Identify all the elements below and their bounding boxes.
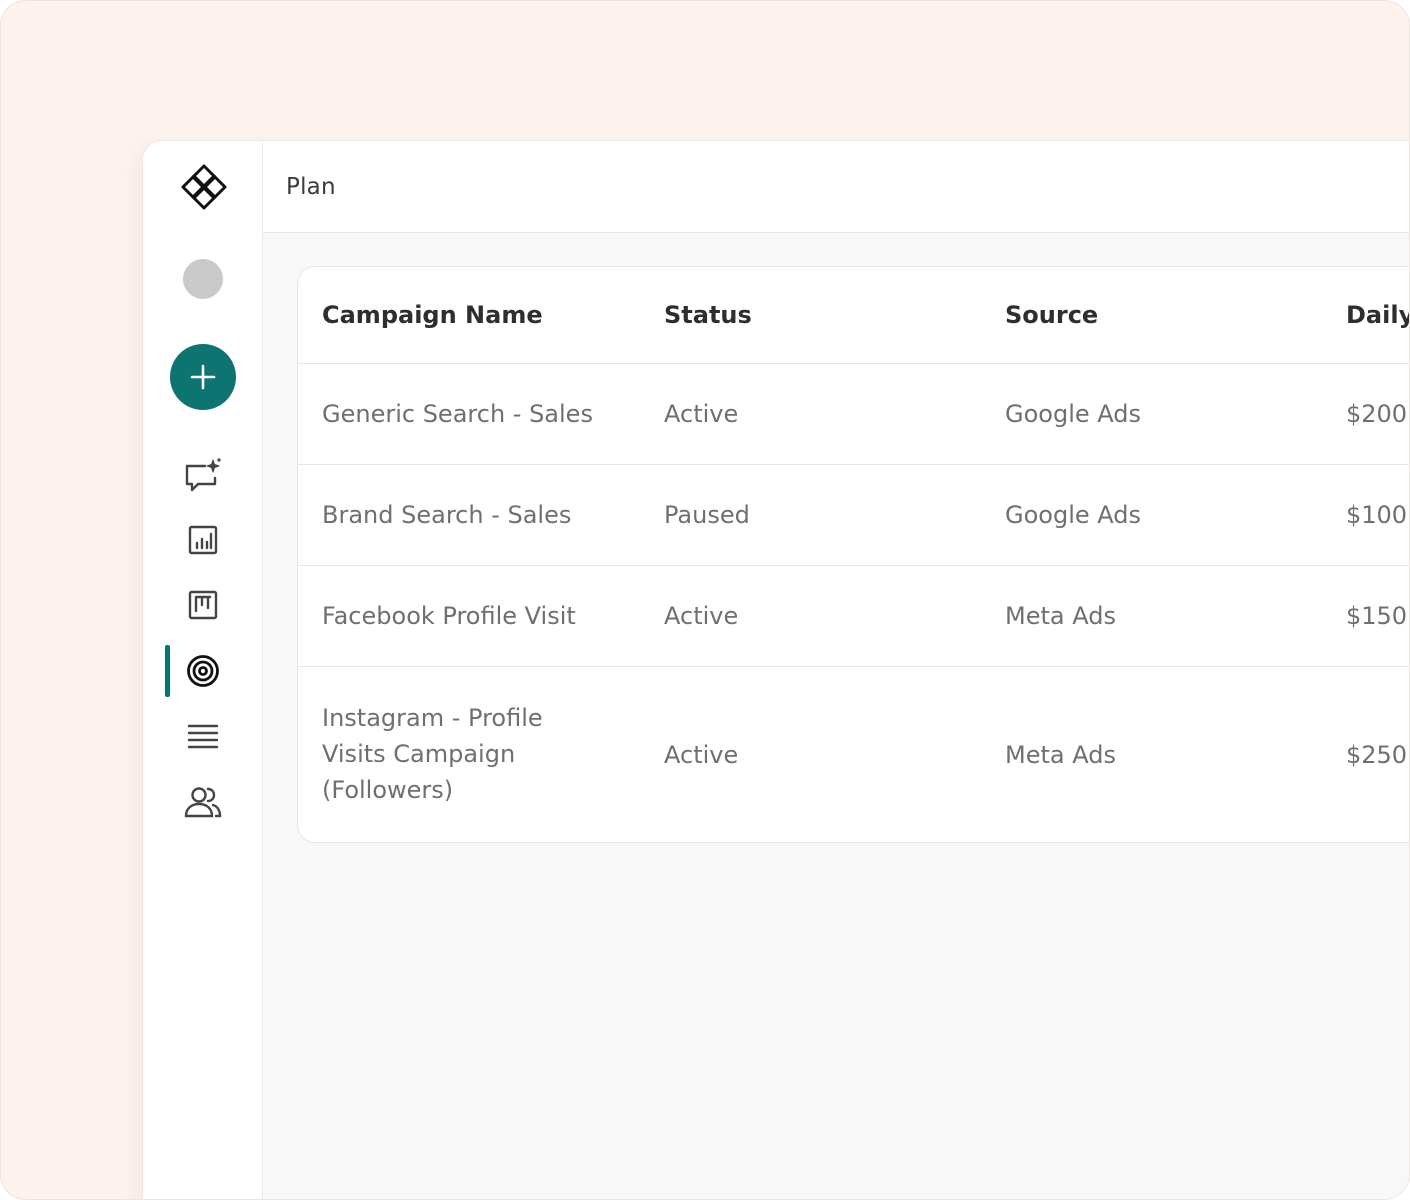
campaign-name[interactable]: Facebook Profile Visit	[322, 598, 576, 634]
column-header-campaign-name[interactable]: Campaign Name	[322, 297, 543, 333]
sidebar-item-board[interactable]	[183, 585, 223, 625]
source: Google Ads	[1005, 501, 1141, 529]
logo-icon	[179, 162, 229, 212]
column-header-source[interactable]: Source	[1005, 297, 1098, 333]
add-button[interactable]	[170, 344, 236, 410]
table-row[interactable]: Facebook Profile Visit Active Meta Ads $…	[298, 566, 1409, 667]
avatar[interactable]	[183, 259, 223, 299]
status: Active	[664, 741, 739, 769]
page-title: Plan	[286, 174, 336, 200]
daily-budget: $100	[1346, 501, 1408, 529]
sidebar-item-ai-chat[interactable]	[183, 456, 223, 496]
source: Meta Ads	[1005, 741, 1116, 769]
column-header-daily[interactable]: Daily	[1346, 297, 1409, 333]
campaign-name[interactable]: Brand Search - Sales	[322, 497, 571, 533]
status: Active	[664, 400, 739, 428]
app-frame: Plan Campaign Name Status Source Daily G…	[0, 0, 1410, 1200]
table-row[interactable]: Instagram - Profile Visits Campaign (Fol…	[298, 667, 1409, 842]
campaign-name[interactable]: Generic Search - Sales	[322, 396, 593, 432]
chat-sparkle-icon	[185, 457, 222, 492]
plus-icon	[190, 364, 216, 390]
app-window: Plan Campaign Name Status Source Daily G…	[142, 140, 1409, 1199]
sidebar-item-reports[interactable]	[183, 520, 223, 560]
sidebar	[143, 141, 263, 1199]
status: Active	[664, 602, 739, 630]
campaign-name[interactable]: Instagram - Profile Visits Campaign (Fol…	[322, 700, 582, 808]
target-icon	[187, 655, 219, 687]
daily-budget: $250	[1346, 741, 1408, 769]
source: Meta Ads	[1005, 602, 1116, 630]
daily-budget: $200	[1346, 400, 1408, 428]
sidebar-item-list[interactable]	[183, 716, 223, 756]
users-icon	[184, 787, 222, 818]
sidebar-item-users[interactable]	[183, 782, 223, 822]
kanban-icon	[188, 590, 218, 620]
top-bar: Plan	[263, 141, 1409, 233]
campaign-table: Campaign Name Status Source Daily Generi…	[297, 266, 1409, 843]
list-icon	[187, 724, 219, 749]
bar-chart-icon	[188, 525, 218, 555]
status: Paused	[664, 501, 750, 529]
daily-budget: $150	[1346, 602, 1408, 630]
sidebar-item-plan[interactable]	[183, 651, 223, 691]
table-header-row: Campaign Name Status Source Daily	[298, 267, 1409, 364]
column-header-status[interactable]: Status	[664, 297, 752, 333]
main-content: Campaign Name Status Source Daily Generi…	[263, 233, 1409, 1199]
table-row[interactable]: Generic Search - Sales Active Google Ads…	[298, 364, 1409, 465]
table-row[interactable]: Brand Search - Sales Paused Google Ads $…	[298, 465, 1409, 566]
source: Google Ads	[1005, 400, 1141, 428]
active-indicator	[165, 645, 170, 697]
